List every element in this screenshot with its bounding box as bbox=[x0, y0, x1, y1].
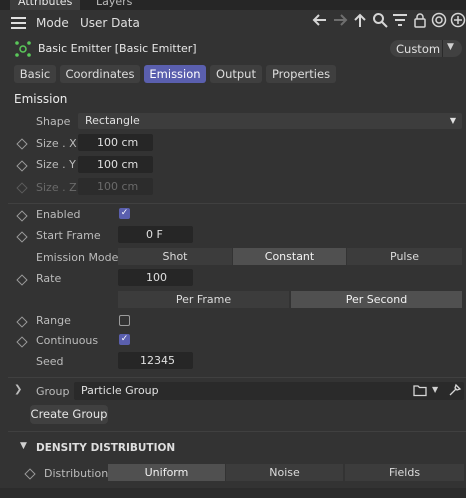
group-value: Particle Group bbox=[81, 384, 159, 397]
keyframe-diamond-icon[interactable] bbox=[24, 468, 36, 480]
tab-output[interactable]: Output bbox=[210, 65, 262, 83]
object-title: Basic Emitter [Basic Emitter] bbox=[38, 42, 197, 55]
keyframe-diamond-icon[interactable] bbox=[16, 231, 28, 243]
start-frame-value: 0 F bbox=[146, 228, 163, 241]
size-x-field[interactable]: 100 cm bbox=[78, 134, 153, 151]
continuous-checkbox[interactable]: ✓ bbox=[119, 334, 130, 345]
hamburger-icon[interactable] bbox=[11, 17, 26, 29]
density-section-title[interactable]: DENSITY DISTRIBUTION bbox=[36, 442, 175, 454]
menu-mode[interactable]: Mode bbox=[36, 16, 69, 30]
rate-value: 100 bbox=[146, 271, 167, 284]
keyframe-diamond-icon[interactable] bbox=[16, 160, 28, 172]
folder-icon[interactable] bbox=[413, 384, 427, 400]
seed-label: Seed bbox=[36, 355, 64, 368]
keyframe-diamond-icon[interactable] bbox=[16, 138, 28, 150]
keyframe-diamond-icon[interactable] bbox=[16, 336, 28, 348]
tab-coordinates[interactable]: Coordinates bbox=[60, 65, 140, 83]
distribution-noise[interactable]: Noise bbox=[226, 464, 343, 481]
emission-mode-shot[interactable]: Shot bbox=[118, 248, 232, 265]
preset-label: Custom bbox=[396, 42, 441, 56]
shape-label: Shape bbox=[36, 115, 71, 128]
expand-arrow-icon[interactable]: ❯ bbox=[14, 384, 22, 395]
tab-emission[interactable]: Emission bbox=[144, 65, 206, 83]
enabled-label: Enabled bbox=[36, 208, 81, 221]
emitter-icon bbox=[14, 40, 32, 58]
start-frame-field[interactable]: 0 F bbox=[118, 226, 193, 243]
menu-user-data[interactable]: User Data bbox=[80, 16, 140, 30]
seed-field[interactable]: 12345 bbox=[118, 352, 193, 369]
size-z-value: 100 cm bbox=[97, 180, 139, 193]
arrow-up-icon[interactable] bbox=[351, 12, 369, 30]
rate-mode-per-second[interactable]: Per Second bbox=[291, 291, 462, 308]
start-frame-label: Start Frame bbox=[36, 229, 101, 242]
keyframe-diamond-icon[interactable] bbox=[16, 274, 28, 286]
emission-mode-label: Emission Mode bbox=[36, 251, 119, 264]
shape-dropdown[interactable]: Rectangle ▼ bbox=[78, 113, 462, 129]
range-checkbox[interactable] bbox=[119, 315, 130, 326]
shape-value: Rectangle bbox=[85, 114, 140, 127]
size-y-field[interactable]: 100 cm bbox=[78, 156, 153, 173]
emission-mode-constant[interactable]: Constant bbox=[233, 248, 346, 265]
group-label: Group bbox=[36, 385, 70, 398]
section-divider bbox=[8, 377, 466, 378]
tab-layers[interactable]: Layers bbox=[88, 0, 140, 10]
chevron-down-icon: ▼ bbox=[449, 116, 456, 125]
preset-dropdown[interactable]: Custom ▼ bbox=[390, 40, 462, 57]
size-x-label: Size . X bbox=[36, 137, 77, 150]
enabled-checkbox[interactable]: ✓ bbox=[119, 208, 130, 219]
lock-icon[interactable] bbox=[411, 12, 429, 30]
section-divider bbox=[8, 431, 466, 432]
rate-field[interactable]: 100 bbox=[118, 269, 193, 286]
preset-divider bbox=[442, 40, 443, 57]
distribution-fields[interactable]: Fields bbox=[345, 464, 464, 481]
keyframe-diamond-icon bbox=[16, 182, 28, 194]
chevron-down-icon: ▼ bbox=[447, 42, 454, 52]
rate-mode-per-frame[interactable]: Per Frame bbox=[118, 291, 289, 308]
tab-attributes[interactable]: Attributes bbox=[10, 0, 81, 10]
group-link-field[interactable]: Particle Group bbox=[74, 382, 464, 400]
seed-value: 12345 bbox=[140, 354, 175, 367]
size-x-value: 100 cm bbox=[97, 136, 139, 149]
section-title: Emission bbox=[14, 92, 68, 106]
keyframe-diamond-icon[interactable] bbox=[16, 316, 28, 328]
plus-icon[interactable] bbox=[449, 12, 466, 30]
emission-mode-pulse[interactable]: Pulse bbox=[347, 248, 462, 265]
panel-bottom bbox=[0, 488, 466, 498]
continuous-label: Continuous bbox=[36, 334, 99, 347]
search-icon[interactable] bbox=[371, 12, 389, 30]
section-divider bbox=[8, 203, 466, 204]
pick-object-icon[interactable] bbox=[448, 383, 462, 400]
range-label: Range bbox=[36, 314, 71, 327]
collapse-chevron-icon[interactable]: ▼ bbox=[20, 441, 27, 451]
tab-properties[interactable]: Properties bbox=[266, 65, 336, 83]
size-y-value: 100 cm bbox=[97, 158, 139, 171]
arrow-left-icon[interactable] bbox=[311, 12, 329, 30]
filter-icon[interactable] bbox=[391, 12, 409, 30]
target-icon[interactable] bbox=[430, 12, 448, 30]
keyframe-diamond-icon[interactable] bbox=[16, 210, 28, 222]
arrow-right-icon[interactable] bbox=[331, 12, 349, 30]
distribution-label: Distribution bbox=[44, 467, 109, 480]
tab-basic[interactable]: Basic bbox=[14, 65, 56, 83]
create-group-button[interactable]: Create Group bbox=[30, 405, 108, 424]
rate-label: Rate bbox=[36, 272, 62, 285]
chevron-down-icon[interactable]: ▼ bbox=[432, 385, 438, 394]
size-z-field: 100 cm bbox=[78, 178, 153, 195]
size-z-label: Size . Z bbox=[36, 181, 77, 194]
distribution-uniform[interactable]: Uniform bbox=[108, 464, 225, 481]
size-y-label: Size . Y bbox=[36, 158, 76, 171]
